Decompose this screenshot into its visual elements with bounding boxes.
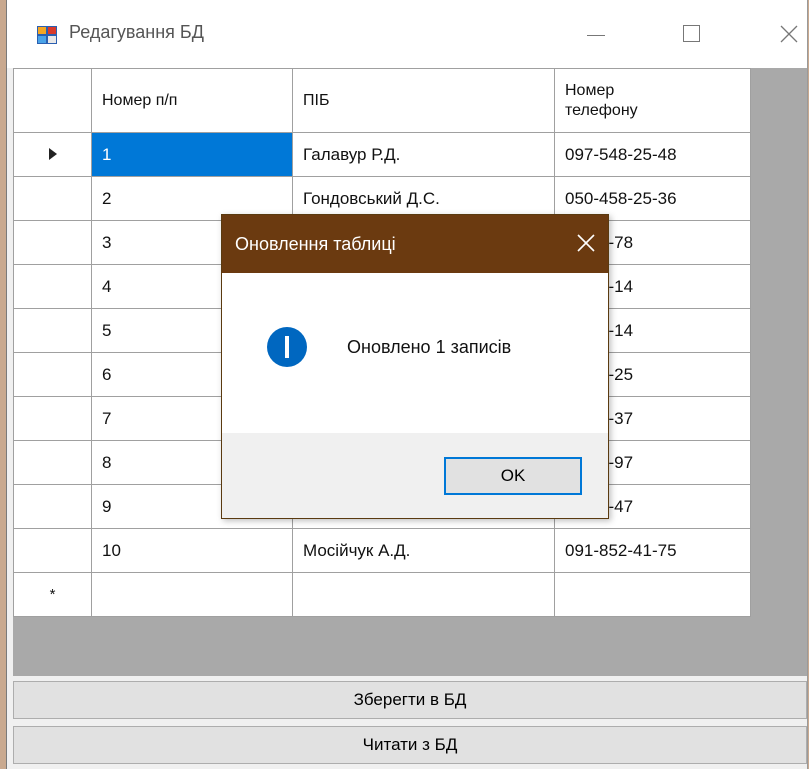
window-title: Редагування БД [69, 22, 204, 42]
cell-number[interactable]: 1 [91, 132, 293, 177]
row-header[interactable] [13, 484, 92, 529]
cell-phone[interactable]: 091-852-41-75 [554, 528, 751, 573]
row-header-corner[interactable] [13, 68, 92, 133]
row-header[interactable] [13, 396, 92, 441]
cell-name[interactable]: Мосійчук А.Д. [292, 528, 555, 573]
read-from-db-button[interactable]: Читати з БД [13, 726, 807, 764]
dialog-message: Оновлено 1 записів [347, 337, 512, 357]
row-header[interactable] [13, 264, 92, 309]
grid-header-row: Номер п/п ПІБ Номер телефону [13, 68, 751, 133]
maximize-button[interactable] [674, 14, 718, 54]
close-icon [780, 25, 798, 43]
cell-phone[interactable]: 097-548-25-48 [554, 132, 751, 177]
cell-phone[interactable] [554, 572, 751, 617]
message-dialog: Оновлення таблиці Оновлено 1 записів OK [221, 214, 609, 519]
table-row[interactable]: 10 Мосійчук А.Д. 091-852-41-75 [13, 528, 751, 573]
minimize-icon [587, 35, 605, 36]
maximize-icon [683, 25, 700, 42]
close-icon[interactable] [574, 231, 598, 255]
cell-name[interactable]: Галавур Р.Д. [292, 132, 555, 177]
row-header[interactable] [13, 176, 92, 221]
dialog-title-bar[interactable]: Оновлення таблиці [222, 215, 608, 273]
column-header-phone[interactable]: Номер телефону [554, 68, 751, 133]
row-header[interactable] [13, 308, 92, 353]
save-to-db-button[interactable]: Зберегти в БД [13, 681, 807, 719]
dialog-body: Оновлено 1 записів [222, 273, 608, 433]
row-header[interactable] [13, 528, 92, 573]
column-header-number[interactable]: Номер п/п [91, 68, 293, 133]
minimize-button[interactable] [577, 14, 621, 54]
current-row-arrow-icon [48, 147, 57, 160]
row-header[interactable] [13, 352, 92, 397]
column-header-name[interactable]: ПІБ [292, 68, 555, 133]
title-bar[interactable]: Редагування БД [7, 0, 807, 68]
row-header[interactable] [13, 220, 92, 265]
new-row[interactable]: * [13, 572, 751, 617]
cell-number[interactable]: 10 [91, 528, 293, 573]
close-button[interactable] [767, 14, 809, 54]
row-header-current[interactable] [13, 132, 92, 177]
dialog-title: Оновлення таблиці [235, 234, 396, 254]
row-header[interactable] [13, 440, 92, 485]
info-icon [267, 327, 307, 367]
cell-number[interactable] [91, 572, 293, 617]
ok-button[interactable]: OK [444, 457, 582, 495]
column-header-phone-label: Номер телефону [565, 81, 638, 119]
app-icon [37, 26, 57, 44]
table-row[interactable]: 1 Галавур Р.Д. 097-548-25-48 [13, 132, 751, 177]
dialog-footer: OK [222, 433, 608, 518]
cell-name[interactable] [292, 572, 555, 617]
new-row-marker[interactable]: * [13, 572, 92, 617]
